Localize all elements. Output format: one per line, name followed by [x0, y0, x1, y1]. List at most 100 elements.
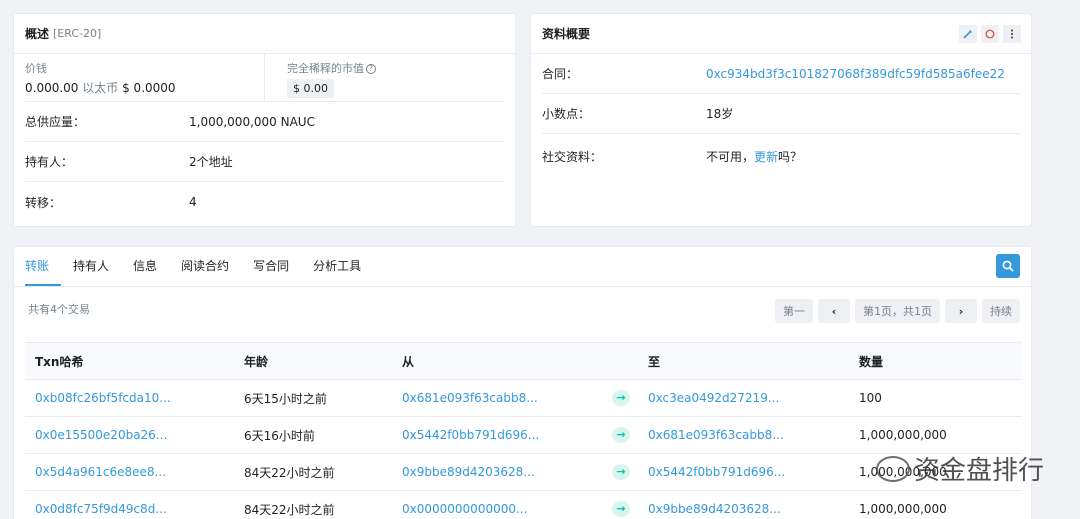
txn-age: 84天22小时之前 [234, 453, 392, 491]
col-from: 从 [392, 342, 602, 380]
to-address-link[interactable]: 0x5442f0bb791d696... [638, 453, 849, 491]
decimals-row: 小数点： 18岁 [542, 94, 1020, 134]
social-row: 社交资料： 不可用，更新吗？ [542, 134, 1020, 178]
transfers-value: 4 [189, 195, 197, 209]
total-supply-value: 1,000,000,000 NAUC [189, 114, 315, 129]
col-age: 年龄 [234, 342, 392, 380]
market-cap-label: 完全稀释的市值? [287, 60, 504, 76]
to-address-link[interactable]: 0x681e093f63cabb8... [638, 416, 849, 454]
table-row: 0x0d8fc75f9d49c8d... 84天22小时之前 0x0000000… [25, 490, 1022, 519]
profile-header: 资料概要 [531, 14, 1031, 54]
from-address-link[interactable]: 0x5442f0bb791d696... [392, 416, 602, 454]
decimals-label: 小数点： [542, 107, 591, 121]
tab-bar: 转账 持有人 信息 阅读合约 写合同 分析工具 [14, 247, 1031, 287]
txn-quantity: 1,000,000,000 [849, 416, 1022, 454]
price-row: 价钱 0.000.00 以太币 $ 0.0000 完全稀释的市值? $ 0.00 [25, 54, 504, 102]
overview-header: 概述 [ERC-20] [14, 14, 515, 54]
direction-cell: → [602, 379, 638, 417]
price-value: 0.000.00 以太币 $ 0.0000 [25, 79, 264, 96]
social-value: 不可用，更新吗？ [706, 148, 802, 165]
from-address-link[interactable]: 0x681e093f63cabb8... [392, 379, 602, 417]
txn-hash-link[interactable]: 0xb08fc26bf5fcda10... [25, 379, 234, 417]
table-header-row: Txn哈希 年龄 从 至 数量 [25, 342, 1022, 380]
tab-analytics[interactable]: 分析工具 [301, 257, 373, 286]
tab-read-contract[interactable]: 阅读合约 [169, 257, 241, 286]
overview-title: 概述 [25, 27, 50, 41]
arrow-right-icon: → [612, 427, 630, 443]
watermark: 资金盘排行 [875, 450, 1044, 487]
price-usd: $ 0.0000 [122, 81, 176, 95]
price-number: 0.000.00 [25, 81, 79, 95]
direction-cell: → [602, 490, 638, 519]
help-icon[interactable]: ? [366, 64, 376, 74]
arrow-right-icon: → [612, 390, 630, 406]
token-standard-label: [ERC-20] [53, 27, 102, 40]
profile-title: 资料概要 [542, 27, 591, 41]
tab-transfers[interactable]: 转账 [25, 257, 62, 286]
col-quantity: 数量 [849, 342, 1022, 380]
pagination: 第一 ‹ 第1页，共1页 › 持续 [775, 299, 1020, 323]
profile-header-icons [959, 25, 1021, 43]
arrow-right-icon: → [612, 464, 630, 480]
to-address-link[interactable]: 0x9bbe89d4203628... [638, 490, 849, 519]
page-info: 第1页，共1页 [855, 299, 940, 323]
total-supply-row: 总供应量： 1,000,000,000 NAUC [25, 102, 504, 142]
direction-cell: → [602, 416, 638, 454]
chevron-left-icon: ‹ [831, 304, 837, 318]
col-txn-hash: Txn哈希 [25, 342, 234, 380]
wechat-icon [875, 455, 910, 482]
tab-write-contract[interactable]: 写合同 [241, 257, 301, 286]
txn-quantity: 1,000,000,000 [849, 490, 1022, 519]
update-link[interactable]: 更新 [754, 150, 778, 164]
contract-row: 合同： 0xc934bd3f3c101827068f389dfc59fd585a… [542, 54, 1020, 94]
market-cap-label-text: 完全稀释的市值 [287, 62, 364, 75]
social-label: 社交资料： [542, 149, 603, 164]
from-address-link[interactable]: 0x0000000000000... [392, 490, 602, 519]
table-toolbar: 共有4个交易 第一 ‹ 第1页，共1页 › 持续 [14, 287, 1031, 341]
col-direction [602, 342, 638, 380]
txn-quantity: 100 [849, 379, 1022, 417]
holders-label: 持有人： [25, 155, 74, 169]
search-button[interactable] [996, 254, 1020, 278]
prev-page-button[interactable]: ‹ [818, 299, 850, 323]
social-suffix: 吗？ [778, 149, 803, 164]
to-address-link[interactable]: 0xc3ea0492d27219... [638, 379, 849, 417]
decimals-value: 18岁 [706, 107, 734, 121]
col-to: 至 [638, 342, 849, 380]
first-page-button[interactable]: 第一 [775, 299, 813, 323]
watermark-text: 资金盘排行 [913, 456, 1044, 486]
table-row: 0xb08fc26bf5fcda10... 6天15小时之前 0x681e093… [25, 379, 1022, 417]
transfers-label: 转移： [25, 195, 62, 210]
txn-hash-link[interactable]: 0x5d4a961c6e8ee8... [25, 453, 234, 491]
overview-card: 概述 [ERC-20] 价钱 0.000.00 以太币 $ 0.0000 完全稀… [13, 13, 516, 227]
profile-summary-card: 资料概要 合同： 0xc934bd3f3c101827068f389dfc59f… [530, 13, 1032, 227]
search-icon [1002, 260, 1014, 272]
txn-age: 6天15小时之前 [234, 379, 392, 417]
contract-label: 合同： [542, 67, 579, 81]
txn-age: 84天22小时之前 [234, 490, 392, 519]
last-page-button[interactable]: 持续 [982, 299, 1020, 323]
transfers-table: Txn哈希 年龄 从 至 数量 0xb08fc26bf5fcda10... 6天… [25, 342, 1022, 519]
arrow-right-icon: → [612, 501, 630, 517]
txn-hash-link[interactable]: 0x0d8fc75f9d49c8d... [25, 490, 234, 519]
price-section: 价钱 0.000.00 以太币 $ 0.0000 [25, 54, 264, 101]
price-label: 价钱 [25, 62, 47, 75]
price-eth-unit: 以太币 [82, 81, 119, 95]
total-supply-label: 总供应量： [25, 115, 86, 129]
holders-value: 2个地址 [189, 155, 233, 169]
table-row: 0x0e15500e20ba26... 6天16小时前 0x5442f0bb79… [25, 416, 1022, 454]
table-row: 0x5d4a961c6e8ee8... 84天22小时之前 0x9bbe89d4… [25, 453, 1022, 491]
next-page-button[interactable]: › [945, 299, 977, 323]
more-options-icon[interactable] [1003, 25, 1021, 43]
edit-wand-icon[interactable] [959, 25, 977, 43]
txn-hash-link[interactable]: 0x0e15500e20ba26... [25, 416, 234, 454]
from-address-link[interactable]: 0x9bbe89d4203628... [392, 453, 602, 491]
transaction-count: 共有4个交易 [28, 303, 90, 316]
holders-row: 持有人： 2个地址 [25, 142, 504, 182]
tab-info[interactable]: 信息 [121, 257, 169, 286]
market-cap-value: $ 0.00 [287, 79, 334, 98]
tab-holders[interactable]: 持有人 [61, 257, 121, 286]
contract-address-link[interactable]: 0xc934bd3f3c101827068f389dfc59fd585a6fee… [706, 67, 1005, 81]
circle-icon[interactable] [981, 25, 999, 43]
chevron-right-icon: › [958, 304, 964, 318]
